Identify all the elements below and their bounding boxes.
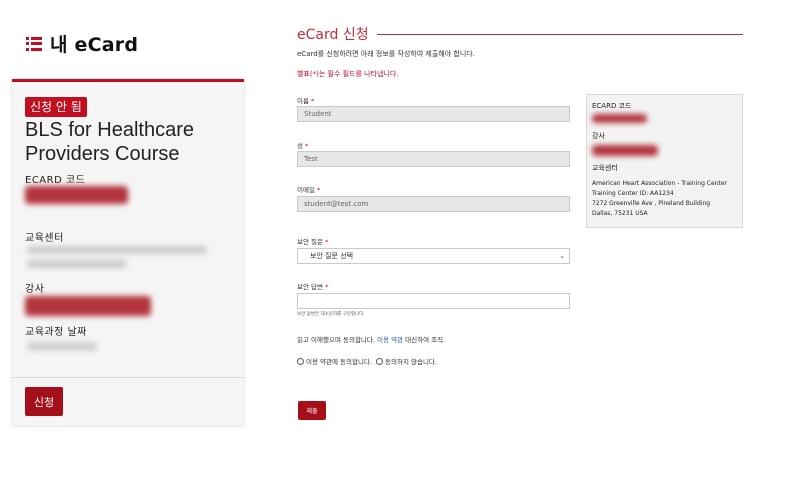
center-name: American Heart Association - Training Ce… [592,180,727,187]
security-answer-input[interactable] [297,293,570,309]
security-question-label-text: 보안 질문 [297,238,323,246]
list-icon [26,36,42,51]
last-name-label: 성 * [297,140,308,150]
last-name-label-text: 성 [297,142,303,150]
first-name-field[interactable]: Student [297,106,570,122]
agree-radio[interactable] [297,357,304,365]
last-name-value: Test [304,155,318,163]
agreement-text: 읽고 이해했으며 동의합니다. 이용 약관 대신하여 조직. [297,336,467,345]
title-rule [376,33,743,35]
info-ecard-code-label: ECARD 코드 [592,102,632,110]
required-asterisk: * [311,97,315,105]
training-center-details: American Heart Association - Training Ce… [592,179,727,219]
security-question-select[interactable]: 보안 질문 선택 ⌄ [297,248,570,264]
training-center-redacted-line1 [27,246,207,254]
submit-button[interactable]: 제출 [298,401,326,420]
page-title-text: 내 eCard [50,34,139,56]
center-city: Dallas, 75231 USA [592,210,648,217]
disagree-option-label[interactable]: 동의하지 않습니다. [385,356,437,366]
required-note: 별표(*)는 필수 필드를 나타냅니다. [297,70,399,78]
page-title: 내 eCard [26,30,138,57]
training-center-redacted-line2 [27,260,127,268]
card-divider [12,377,244,378]
info-training-center-label: 교육센터 [592,164,618,172]
security-question-label: 보안 질문 * [297,236,328,246]
security-answer-label: 보안 답변 * [297,281,328,291]
form-title: eCard 신청 [297,27,369,43]
form-intro: eCard를 신청하려면 아래 정보를 작성하여 제출해야 합니다. [297,50,475,58]
required-asterisk: * [305,142,309,150]
instructor-redacted [25,296,151,316]
first-name-label-text: 이름 [297,97,309,105]
ecard-summary-card: 신청 안 됨 BLS for Healthcare Providers Cour… [12,79,244,426]
first-name-label: 이름 * [297,95,314,105]
center-id: Training Center ID: AA1234 [592,190,674,197]
info-instructor-redacted [592,145,658,156]
agree-option-label[interactable]: 이용 약관에 동의합니다. [306,356,372,366]
security-answer-label-text: 보안 답변 [297,283,323,291]
agreement-text-after: 대신하여 조직. [405,336,446,344]
last-name-field[interactable]: Test [297,151,570,167]
training-center-label: 교육센터 [25,233,64,244]
ecard-code-label: ECARD 코드 [25,175,86,186]
apply-button[interactable]: 신청 [25,387,63,416]
first-name-value: Student [304,110,332,118]
info-panel: ECARD 코드 강사 교육센터 American Heart Associat… [586,94,743,228]
email-field[interactable]: student@test.com [297,196,570,212]
email-label: 이메일 * [297,184,320,194]
terms-link[interactable]: 이용 약관 [377,336,403,344]
chevron-down-icon: ⌄ [559,252,565,260]
required-asterisk: * [317,186,321,194]
agreement-options: 이용 약관에 동의합니다. 동의하지 않습니다. [297,356,437,366]
course-date-label: 교육과정 날짜 [25,327,87,338]
course-date-redacted [27,342,97,351]
form-header: eCard 신청 [297,24,743,44]
email-value: student@test.com [304,200,369,208]
email-label-text: 이메일 [297,186,315,194]
security-answer-hint: 보안 답변은 대소문자를 구분합니다. [297,312,365,317]
ecard-code-redacted [25,186,128,204]
info-ecard-code-redacted [592,114,647,123]
required-asterisk: * [325,238,329,246]
center-address: 7272 Greenville Ave , Pineland Building [592,200,711,207]
disagree-radio[interactable] [376,357,383,365]
agreement-text-before: 읽고 이해했으며 동의합니다. [297,336,375,344]
course-title: BLS for Healthcare Providers Course [25,119,194,165]
instructor-label: 강사 [25,284,45,295]
status-badge: 신청 안 됨 [25,97,87,117]
required-asterisk: * [325,283,329,291]
security-question-value: 보안 질문 선택 [310,252,354,260]
info-instructor-label: 강사 [592,132,605,140]
